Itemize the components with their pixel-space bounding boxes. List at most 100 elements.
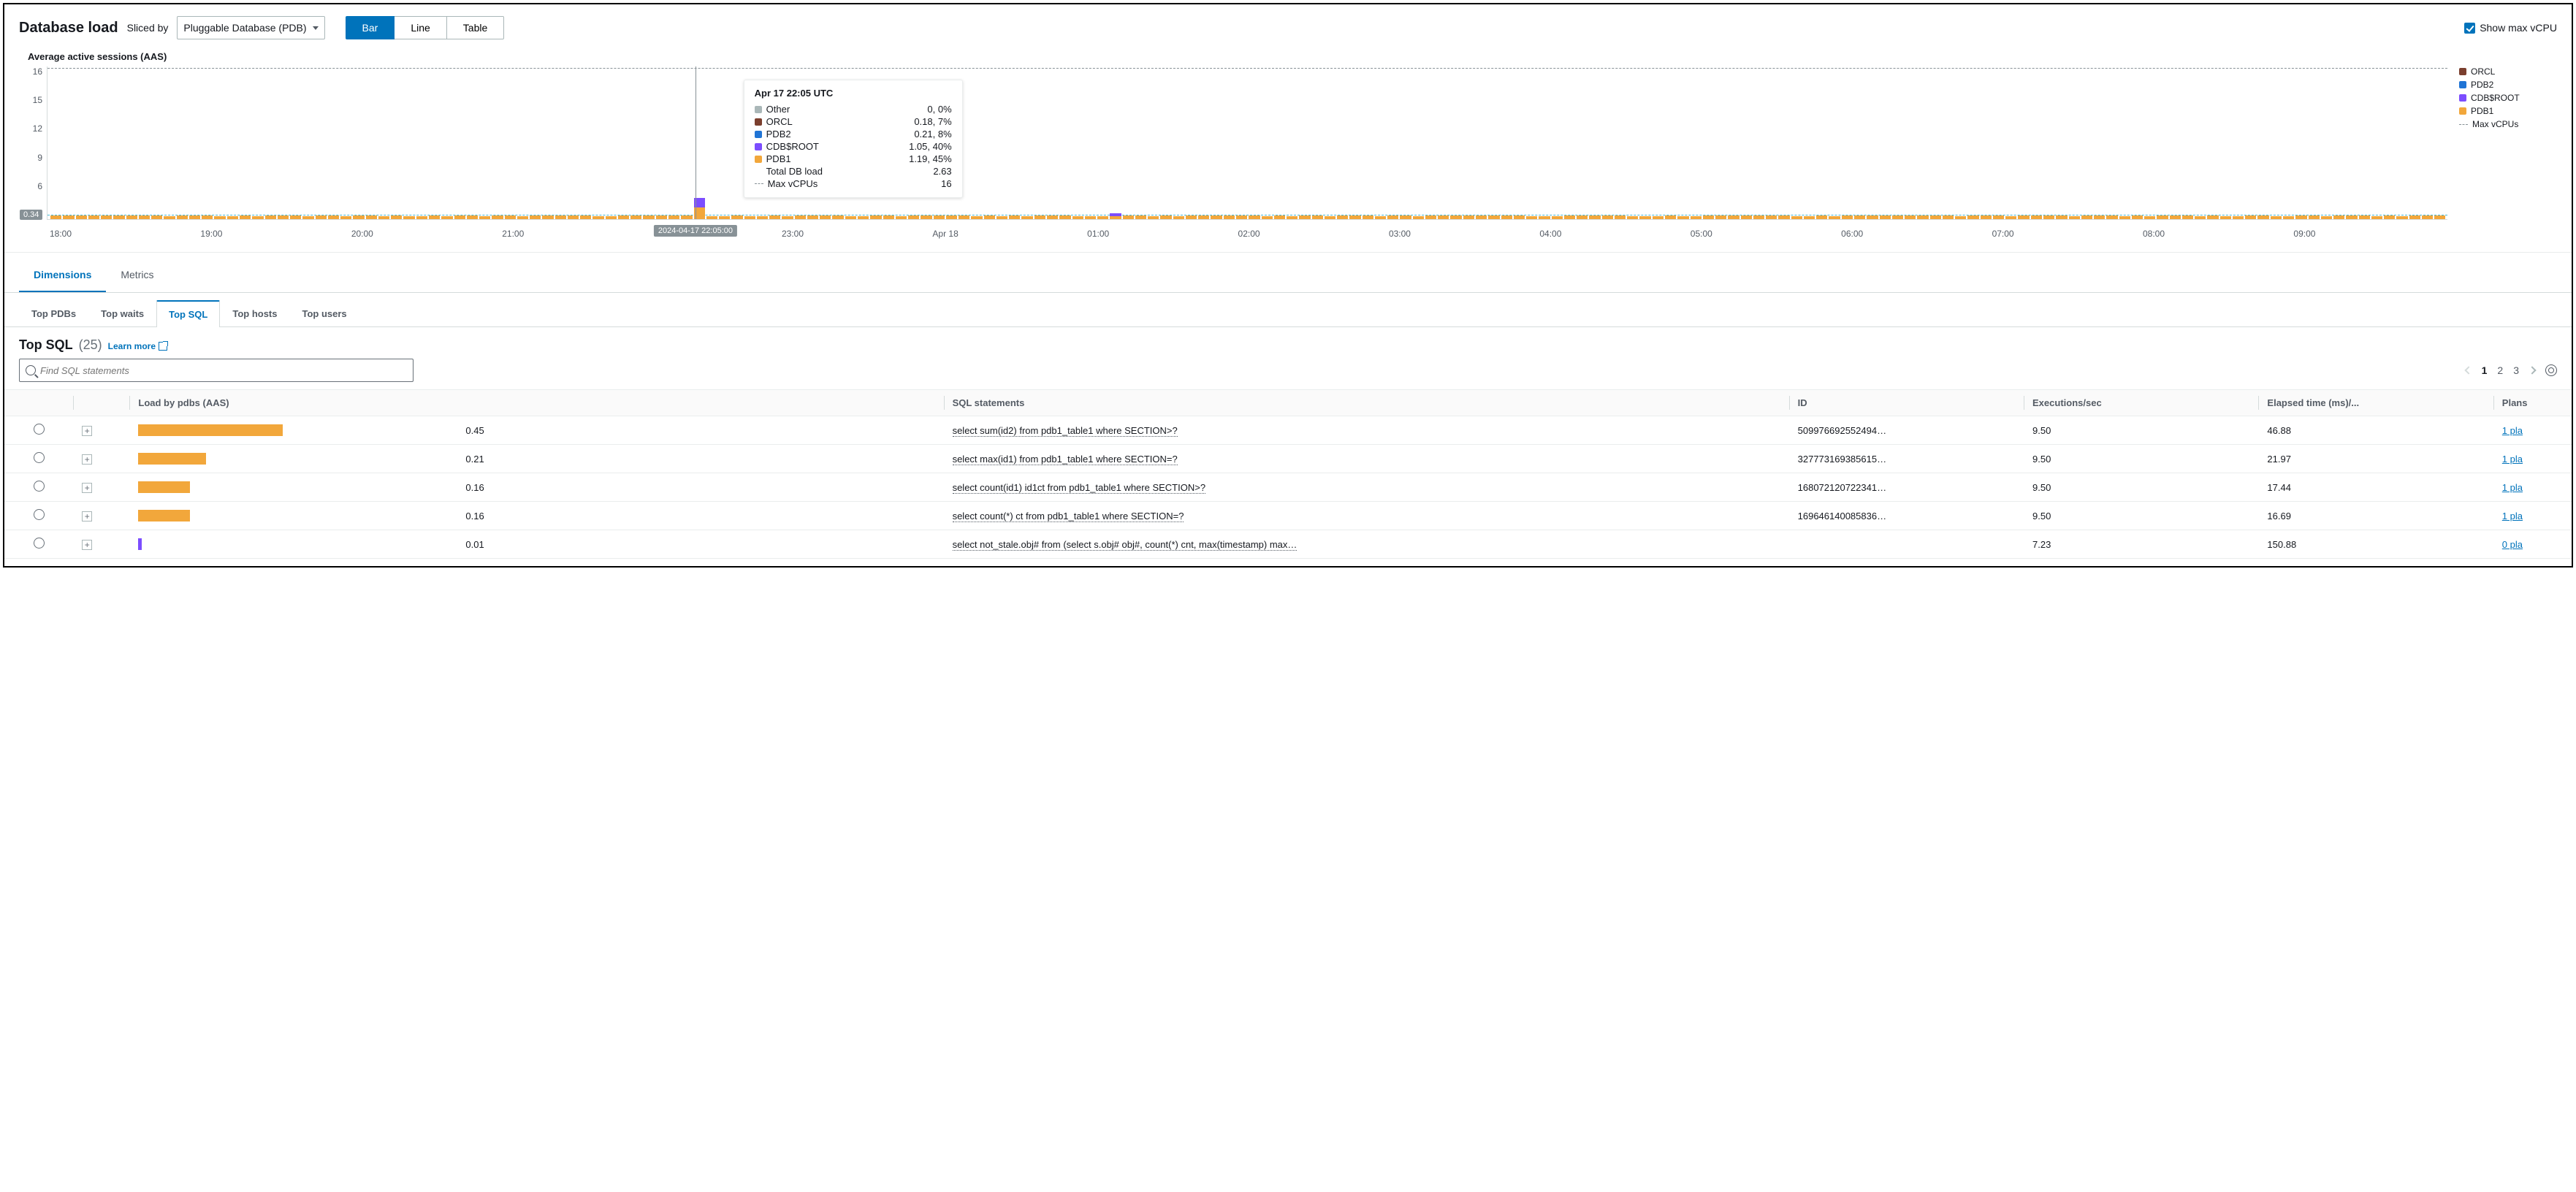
sql-statement[interactable]: select sum(id2) from pdb1_table1 where S… <box>953 425 1178 437</box>
show-max-vcpu-checkbox[interactable]: Show max vCPU <box>2464 22 2557 34</box>
tab-top-hosts[interactable]: Top hosts <box>220 300 289 327</box>
expand-icon[interactable]: + <box>82 483 92 493</box>
table-row: +0.16 select count(*) ct from pdb1_table1… <box>4 502 2572 530</box>
row-radio[interactable] <box>34 509 45 520</box>
page-next-icon[interactable] <box>2528 366 2536 374</box>
tab-top-pdbs[interactable]: Top PDBs <box>19 300 88 327</box>
elapsed-time: 46.88 <box>2258 416 2493 445</box>
col-exec[interactable]: Executions/sec <box>2024 390 2258 416</box>
legend-item[interactable]: ORCL <box>2459 66 2557 77</box>
row-radio[interactable] <box>34 538 45 549</box>
row-radio[interactable] <box>34 481 45 492</box>
table-row: +0.01 select not_stale.obj# from (select … <box>4 530 2572 559</box>
tooltip-max-label: Max vCPUs <box>768 178 818 189</box>
elapsed-time: 16.69 <box>2258 502 2493 530</box>
tab-dimensions[interactable]: Dimensions <box>19 259 106 292</box>
col-sql[interactable]: SQL statements <box>944 390 1789 416</box>
view-mode-group: Bar Line Table <box>346 16 505 39</box>
expand-icon[interactable]: + <box>82 426 92 436</box>
pagination: 1 2 3 <box>2466 364 2557 376</box>
sql-id <box>1789 530 2024 559</box>
elapsed-time: 17.44 <box>2258 473 2493 502</box>
table-row: +0.45 select sum(id2) from pdb1_table1 wh… <box>4 416 2572 445</box>
plans-link[interactable]: 0 pla <box>2502 539 2523 550</box>
show-max-vcpu-label: Show max vCPU <box>2480 22 2557 34</box>
plans-link[interactable]: 1 pla <box>2502 454 2523 465</box>
page-2[interactable]: 2 <box>2497 364 2503 376</box>
table-row: +0.16 select count(id1) id1ct from pdb1_t… <box>4 473 2572 502</box>
learn-more-link[interactable]: Learn more <box>108 341 167 351</box>
dash-icon <box>755 183 763 184</box>
settings-gear-icon[interactable] <box>2545 364 2557 376</box>
sql-id: 509976692552494… <box>1789 416 2024 445</box>
legend-item[interactable]: PDB2 <box>2459 80 2557 90</box>
view-line-button[interactable]: Line <box>395 16 446 39</box>
chart-bars <box>50 66 2444 219</box>
table-row: +0.21 select max(id1) from pdb1_table1 wh… <box>4 445 2572 473</box>
col-plans[interactable]: Plans <box>2493 390 2572 416</box>
row-radio[interactable] <box>34 424 45 435</box>
tooltip-total-label: Total DB load <box>766 166 823 177</box>
sql-statement[interactable]: select count(id1) id1ct from pdb1_table1… <box>953 482 1205 494</box>
search-input[interactable] <box>40 365 407 376</box>
tooltip-title: Apr 17 22:05 UTC <box>755 88 952 99</box>
tab-top-sql[interactable]: Top SQL <box>156 300 220 327</box>
expand-icon[interactable]: + <box>82 454 92 465</box>
sliced-by-dropdown[interactable]: Pluggable Database (PDB) <box>177 16 324 39</box>
section-count: (25) <box>79 337 102 353</box>
tooltip-max-value: 16 <box>941 178 951 189</box>
plans-link[interactable]: 1 pla <box>2502 511 2523 522</box>
load-value: 0.16 <box>465 482 484 493</box>
chart-title: Average active sessions (AAS) <box>28 51 2557 62</box>
page-1[interactable]: 1 <box>2482 364 2488 376</box>
legend-item[interactable]: PDB1 <box>2459 106 2557 116</box>
avg-badge: 0.34 <box>20 210 42 220</box>
chart-hover-x-label: 2024-04-17 22:05:00 <box>654 225 737 237</box>
sql-statement[interactable]: select not_stale.obj# from (select s.obj… <box>953 539 1297 551</box>
chevron-down-icon <box>313 26 319 30</box>
col-id[interactable]: ID <box>1789 390 2024 416</box>
elapsed-time: 21.97 <box>2258 445 2493 473</box>
page-3[interactable]: 3 <box>2513 364 2519 376</box>
tab-top-users[interactable]: Top users <box>289 300 359 327</box>
chart-legend: ORCL PDB2 CDB$ROOT PDB1 Max vCPUs <box>2447 66 2557 129</box>
executions-per-sec: 9.50 <box>2024 445 2258 473</box>
sql-id: 327773169385615… <box>1789 445 2024 473</box>
dimension-tabs: Top PDBs Top waits Top SQL Top hosts Top… <box>4 300 2572 327</box>
col-elapsed[interactable]: Elapsed time (ms)/... <box>2258 390 2493 416</box>
load-value: 0.45 <box>465 425 484 436</box>
plans-link[interactable]: 1 pla <box>2502 482 2523 493</box>
load-value: 0.01 <box>465 539 484 550</box>
search-input-wrapper[interactable] <box>19 359 414 382</box>
sql-statement[interactable]: select max(id1) from pdb1_table1 where S… <box>953 454 1178 465</box>
chart-y-axis: 161512963 <box>19 66 47 220</box>
primary-tabs: Dimensions Metrics <box>4 259 2572 293</box>
sliced-by-label: Sliced by <box>127 22 169 34</box>
executions-per-sec: 9.50 <box>2024 473 2258 502</box>
expand-icon[interactable]: + <box>82 511 92 522</box>
page-prev-icon[interactable] <box>2464 366 2472 374</box>
chart-plot[interactable]: 0.34 2024-04-17 22:05:00 Apr 17 22:05 UT… <box>47 66 2447 220</box>
legend-item[interactable]: CDB$ROOT <box>2459 93 2557 103</box>
tab-metrics[interactable]: Metrics <box>106 259 168 292</box>
sql-statement[interactable]: select count(*) ct from pdb1_table1 wher… <box>953 511 1184 522</box>
sql-id: 168072120722341… <box>1789 473 2024 502</box>
load-value: 0.16 <box>465 511 484 522</box>
row-radio[interactable] <box>34 452 45 463</box>
show-max-vcpu-input[interactable] <box>2464 23 2475 34</box>
external-link-icon <box>159 342 167 351</box>
chart-x-axis: 18:0019:0020:0021:0023:00Apr 1801:0002:0… <box>47 220 2447 239</box>
elapsed-time: 150.88 <box>2258 530 2493 559</box>
search-icon <box>26 365 36 375</box>
view-bar-button[interactable]: Bar <box>346 16 395 39</box>
tab-top-waits[interactable]: Top waits <box>88 300 156 327</box>
legend-item[interactable]: Max vCPUs <box>2459 119 2557 129</box>
chart-tooltip: Apr 17 22:05 UTC Other0, 0%ORCL0.18, 7%P… <box>744 80 963 198</box>
executions-per-sec: 9.50 <box>2024 502 2258 530</box>
expand-icon[interactable]: + <box>82 540 92 550</box>
load-value: 0.21 <box>465 454 484 465</box>
plans-link[interactable]: 1 pla <box>2502 425 2523 436</box>
col-load[interactable]: Load by pdbs (AAS) <box>129 390 943 416</box>
sliced-by-value: Pluggable Database (PDB) <box>183 22 306 34</box>
view-table-button[interactable]: Table <box>447 16 504 39</box>
